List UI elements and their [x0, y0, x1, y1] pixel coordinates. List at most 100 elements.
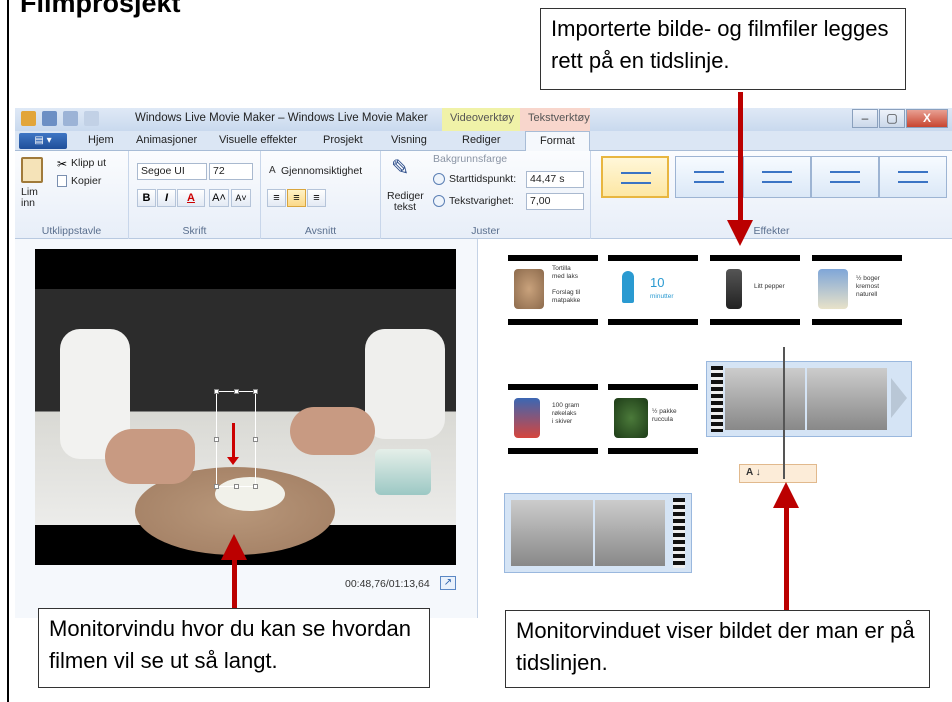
effect-thumb-none[interactable] [601, 156, 669, 198]
film-strip [673, 498, 685, 568]
font-color-button[interactable]: A [177, 189, 205, 207]
transparency-button[interactable]: Gjennomsiktighet [281, 165, 362, 177]
resize-handle[interactable] [253, 389, 258, 394]
resize-handle[interactable] [253, 484, 258, 489]
clip-caption: ½ boger kremost naturell [856, 275, 880, 298]
tab-hjem[interactable]: Hjem [88, 134, 114, 146]
arrow-head-down-icon [727, 220, 753, 246]
caption-marker[interactable]: A ↓ [739, 464, 817, 483]
bold-button[interactable]: B [137, 189, 156, 207]
paste-button[interactable]: Lim inn [21, 187, 49, 209]
cut-button[interactable]: Klipp ut [71, 157, 106, 169]
app-icon [21, 111, 36, 126]
align-right-icon[interactable]: ≡ [307, 189, 326, 207]
storyboard-clip[interactable]: ½ boger kremost naturell [812, 255, 902, 325]
window-controls: – ▢ X [852, 109, 948, 128]
scene-hand-right [290, 407, 375, 455]
redo-icon[interactable] [84, 111, 99, 126]
storyboard-clip[interactable]: 10 minutter [608, 255, 698, 325]
effect-thumb-fly[interactable] [811, 156, 879, 198]
tab-rediger[interactable]: Rediger [462, 134, 501, 146]
context-tab-text-tools[interactable]: Tekstverktøy [520, 108, 590, 131]
align-left-icon[interactable]: ≡ [267, 189, 286, 207]
tab-visuelle-effekter[interactable]: Visuelle effekter [219, 134, 297, 146]
effect-thumb-fade[interactable] [675, 156, 743, 198]
group-adjust: ✎ Rediger tekst Bakgrunnsfarge Starttids… [381, 151, 591, 239]
storyboard-clip[interactable]: Litt pepper [710, 255, 800, 325]
wrap-image [514, 269, 544, 309]
selected-video-clip[interactable] [706, 361, 912, 437]
resize-handle[interactable] [214, 389, 219, 394]
group-effects: Effekter [591, 151, 952, 239]
callout-monitor-position: Monitorvinduet viser bildet der man er p… [505, 610, 930, 688]
title-bar: Windows Live Movie Maker – Windows Live … [15, 108, 952, 131]
save-icon[interactable] [42, 111, 57, 126]
effect-thumb-slide[interactable] [879, 156, 947, 198]
resize-handle[interactable] [234, 484, 239, 489]
annotation-arrow [738, 92, 743, 220]
tab-visning[interactable]: Visning [391, 134, 427, 146]
tab-format[interactable]: Format [525, 131, 590, 152]
clip-caption: ½ pakke ruccula [652, 408, 677, 423]
tab-animasjoner[interactable]: Animasjoner [136, 134, 197, 146]
preview-video[interactable] [35, 249, 456, 565]
text-duration-select[interactable]: 7,00 [526, 193, 584, 210]
shrink-font-button[interactable]: A˅ [231, 189, 251, 207]
fullscreen-icon[interactable]: ↗ [440, 576, 456, 590]
edit-text-icon[interactable]: ✎ [391, 155, 409, 181]
film-strip [711, 366, 723, 432]
text-selection-box[interactable] [214, 389, 258, 489]
resize-handle[interactable] [214, 437, 219, 442]
storyboard-video-clip[interactable] [504, 493, 692, 573]
resize-handle[interactable] [234, 389, 239, 394]
group-font: Segoe UI 72 B I A A˄ A˅ Skrift [129, 151, 261, 239]
clip-caption: 100 gram røkelaks i skiver [552, 402, 580, 425]
clip-frame [807, 368, 887, 430]
clip-frame [511, 500, 593, 566]
resize-handle[interactable] [253, 437, 258, 442]
pepper-image [726, 269, 742, 309]
close-button[interactable]: X [906, 109, 948, 128]
font-size-select[interactable]: 72 [209, 163, 253, 180]
clip-caption: Litt pepper [754, 283, 785, 290]
font-family-select[interactable]: Segoe UI [137, 163, 207, 180]
annotation-arrow [784, 506, 789, 610]
tab-prosjekt[interactable]: Prosjekt [323, 134, 363, 146]
group-paragraph: A Gjennomsiktighet ≡ ≡ ≡ Avsnitt [261, 151, 381, 239]
page-frame-line [7, 0, 9, 702]
quick-access-toolbar [21, 111, 99, 126]
storyboard-clip[interactable]: 100 gram røkelaks i skiver [508, 384, 598, 454]
start-time-input[interactable]: 44,47 s [526, 171, 584, 188]
playhead[interactable] [783, 347, 785, 479]
edit-text-button[interactable]: Rediger tekst [387, 191, 424, 213]
grow-font-button[interactable]: A˄ [209, 189, 229, 207]
minimize-button[interactable]: – [852, 109, 878, 128]
scene-cheese-tub [375, 449, 431, 495]
arrow-head-up-icon [773, 482, 799, 508]
maximize-button[interactable]: ▢ [879, 109, 905, 128]
time-readout: 00:48,76/01:13,64 [345, 578, 430, 590]
storyboard-pane: Tortilla med laks Forslag til matpakke 1… [478, 239, 952, 618]
person-icon [622, 271, 634, 303]
scissors-icon: ✂ [57, 157, 68, 171]
clip-caption: Tortilla med laks Forslag til matpakke [552, 265, 581, 304]
app-menu-button[interactable]: ▤ ▾ [19, 133, 67, 149]
resize-handle[interactable] [214, 484, 219, 489]
page-heading: Filmprosjekt [20, 0, 181, 18]
storyboard-clip[interactable]: Tortilla med laks Forslag til matpakke [508, 255, 598, 325]
align-center-icon[interactable]: ≡ [287, 189, 306, 207]
group-label-effects: Effekter [753, 225, 790, 237]
video-frame-image [35, 289, 456, 555]
background-color-button[interactable]: Bakgrunnsfarge [433, 153, 507, 165]
group-label-clipboard: Utklippstavle [41, 225, 102, 237]
callout-timeline: Importerte bilde- og filmfiler legges re… [540, 8, 906, 90]
clip-number: 10 [650, 275, 665, 290]
undo-icon[interactable] [63, 111, 78, 126]
copy-button[interactable]: Kopier [71, 175, 101, 187]
callout-monitor-window: Monitorvindu hvor du kan se hvordan film… [38, 608, 430, 688]
italic-button[interactable]: I [157, 189, 176, 207]
context-tab-video-tools[interactable]: Videoverktøy [442, 108, 520, 131]
effect-thumb-zoom[interactable] [743, 156, 811, 198]
storyboard-clip[interactable]: ½ pakke ruccula [608, 384, 698, 454]
paste-icon[interactable] [21, 157, 43, 183]
